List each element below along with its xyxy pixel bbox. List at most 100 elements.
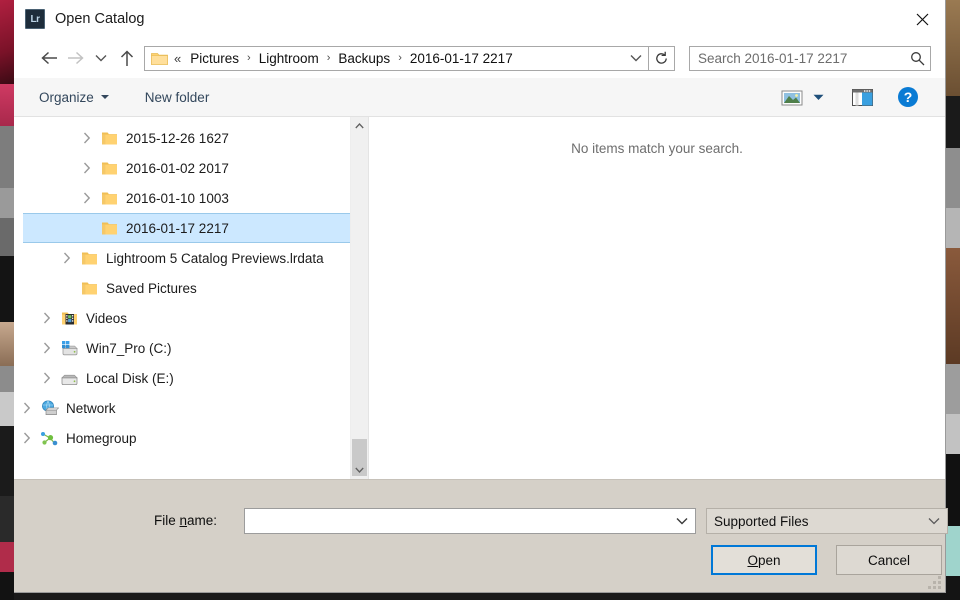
chevron-down-icon (100, 95, 109, 99)
forward-button[interactable] (62, 43, 88, 73)
breadcrumb-separator[interactable]: › (393, 52, 407, 64)
new-folder-button[interactable]: New folder (136, 86, 219, 109)
system-drive-icon (58, 340, 80, 356)
tree-item-local-disk-e[interactable]: Local Disk (E:) (14, 363, 350, 393)
dialog-body: 2015-12-26 1627 2016-01-02 2017 2016-01-10… (14, 117, 945, 479)
expand-chevron-icon[interactable] (76, 162, 98, 174)
expand-chevron-icon[interactable] (76, 132, 98, 144)
tree-item-label: Network (66, 400, 116, 416)
help-button[interactable]: ? (893, 83, 923, 111)
tree-item-label: Local Disk (E:) (86, 370, 174, 386)
breadcrumb-separator[interactable]: › (242, 52, 256, 64)
tree-item-saved-pictures[interactable]: Saved Pictures (14, 273, 350, 303)
open-button[interactable]: Open (711, 545, 817, 575)
filetype-value: Supported Files (714, 513, 809, 529)
cancel-button[interactable]: Cancel (836, 545, 942, 575)
lightroom-icon-text: Lr (30, 13, 41, 25)
tree-item-label: 2016-01-02 2017 (126, 160, 229, 176)
folder-icon (98, 221, 120, 236)
search-icon[interactable] (904, 51, 930, 66)
title-bar: Lr Open Catalog (14, 0, 945, 38)
expand-chevron-icon[interactable] (36, 312, 58, 324)
recent-locations-button[interactable] (88, 43, 114, 73)
filename-accel-key: n (179, 513, 188, 528)
expand-chevron-icon[interactable] (56, 252, 78, 264)
lightroom-icon: Lr (25, 9, 45, 29)
resize-grip-icon[interactable] (928, 576, 942, 590)
expand-chevron-icon[interactable] (36, 372, 58, 384)
view-layout-icon (781, 90, 803, 105)
navigation-tree: 2015-12-26 1627 2016-01-02 2017 2016-01-10… (14, 117, 364, 479)
tree-item-win7-pro-c[interactable]: Win7_Pro (C:) (14, 333, 350, 363)
filename-label: File name: (154, 513, 218, 528)
videos-folder-icon (58, 311, 80, 326)
breadcrumb-separator[interactable]: › (322, 52, 336, 64)
tree-scrollbar[interactable] (350, 117, 368, 479)
filetype-dropdown-button[interactable] (921, 517, 947, 525)
page-title: Open Catalog (55, 11, 145, 27)
folder-icon (78, 251, 100, 266)
tree-item-2016-01-17-2217[interactable]: 2016-01-17 2217 (23, 213, 364, 243)
folder-icon (151, 51, 168, 65)
view-layout-button[interactable] (777, 83, 807, 111)
command-toolbar: Organize New folder ? (14, 78, 945, 117)
tree-item-label: Lightroom 5 Catalog Previews.lrdata (106, 250, 324, 266)
folder-icon (78, 281, 100, 296)
preview-pane-button[interactable] (847, 83, 877, 111)
refresh-icon (656, 51, 667, 64)
toolbar-right-group: ? (777, 83, 945, 111)
scroll-down-icon (355, 467, 364, 473)
tree-item-label: Win7_Pro (C:) (86, 340, 172, 356)
organize-label: Organize (39, 89, 94, 105)
scroll-up-icon (355, 123, 364, 129)
tree-item-2016-01-02-2017[interactable]: 2016-01-02 2017 (14, 153, 350, 183)
back-button[interactable] (36, 43, 62, 73)
view-layout-dropdown[interactable] (807, 83, 829, 111)
tree-item-homegroup[interactable]: Homegroup (14, 423, 350, 453)
tree-item-label: 2015-12-26 1627 (126, 130, 229, 146)
filetype-combobox[interactable]: Supported Files (706, 508, 948, 534)
close-button[interactable] (899, 0, 945, 38)
dialog-footer (14, 479, 945, 592)
tree-item-lightroom-5-catalog-previews-lrdata[interactable]: Lightroom 5 Catalog Previews.lrdata (14, 243, 350, 273)
filename-input[interactable] (245, 512, 669, 530)
navigation-bar: « Pictures › Lightroom › Backups › 2016-… (14, 38, 945, 78)
expand-chevron-icon[interactable] (36, 342, 58, 354)
breadcrumb-item-backups[interactable]: Backups (335, 49, 393, 68)
cancel-label: Cancel (867, 552, 911, 568)
chevron-down-icon (813, 94, 823, 100)
search-input[interactable] (690, 49, 904, 67)
scroll-up-button[interactable] (351, 117, 368, 135)
up-button[interactable] (114, 43, 140, 73)
tree-item-videos[interactable]: Videos (14, 303, 350, 333)
open-accel-key: O (747, 552, 758, 568)
search-box[interactable] (689, 45, 931, 71)
tree-item-label: Saved Pictures (106, 280, 197, 296)
expand-chevron-icon[interactable] (16, 402, 38, 414)
address-bar[interactable]: « Pictures › Lightroom › Backups › 2016-… (144, 45, 649, 71)
folder-icon (98, 161, 120, 176)
address-dropdown-button[interactable] (624, 47, 648, 70)
tree-item-2015-12-26-1627[interactable]: 2015-12-26 1627 (14, 123, 350, 153)
breadcrumb-item-pictures[interactable]: Pictures (187, 49, 242, 68)
tree-item-label: 2016-01-10 1003 (126, 190, 229, 206)
address-dropdown-icon (630, 55, 642, 62)
organize-button[interactable]: Organize (30, 86, 118, 109)
expand-chevron-icon[interactable] (16, 432, 38, 444)
breadcrumb-item-current[interactable]: 2016-01-17 2217 (407, 49, 516, 68)
filename-combobox[interactable] (244, 508, 696, 534)
breadcrumb-item-lightroom[interactable]: Lightroom (256, 49, 322, 68)
tree-item-network[interactable]: Network (14, 393, 350, 423)
tree-item-2016-01-10-1003[interactable]: 2016-01-10 1003 (14, 183, 350, 213)
forward-arrow-icon (67, 51, 84, 65)
expand-chevron-icon[interactable] (76, 192, 98, 204)
breadcrumb-overflow[interactable]: « (168, 51, 187, 66)
tree-item-label: Videos (86, 310, 128, 326)
file-list-pane[interactable]: No items match your search. (368, 117, 945, 479)
back-arrow-icon (40, 51, 57, 65)
chevron-down-icon (928, 518, 940, 525)
scroll-down-button[interactable] (351, 461, 368, 479)
filename-dropdown-button[interactable] (669, 517, 695, 525)
refresh-button[interactable] (649, 45, 675, 71)
navigation-tree-pane: 2015-12-26 1627 2016-01-02 2017 2016-01-10… (14, 117, 368, 479)
